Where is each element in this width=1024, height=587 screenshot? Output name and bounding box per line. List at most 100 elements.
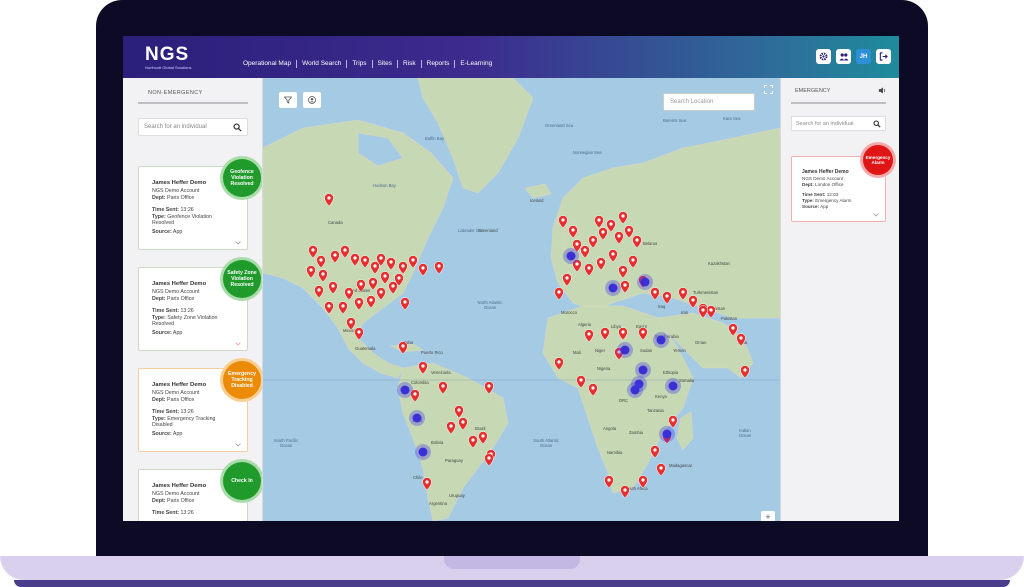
alert-marker-pin[interactable] <box>368 277 378 291</box>
cluster-marker[interactable] <box>637 274 653 290</box>
alert-marker-pin[interactable] <box>418 361 428 375</box>
alert-marker-pin[interactable] <box>554 357 564 371</box>
alert-marker-pin[interactable] <box>650 287 660 301</box>
alert-marker-pin[interactable] <box>380 271 390 285</box>
alert-marker-pin[interactable] <box>608 249 618 263</box>
alert-marker-pin[interactable] <box>614 231 624 245</box>
alert-marker-pin[interactable] <box>408 255 418 269</box>
alert-marker-pin[interactable] <box>740 365 750 379</box>
alert-marker-pin[interactable] <box>624 225 634 239</box>
alert-marker-pin[interactable] <box>568 225 578 239</box>
alert-marker-pin[interactable] <box>678 287 688 301</box>
alert-marker-pin[interactable] <box>386 257 396 271</box>
cluster-marker[interactable] <box>653 332 669 348</box>
nav-world-search[interactable]: World Search <box>297 60 348 68</box>
alert-marker-pin[interactable] <box>596 257 606 271</box>
alert-marker-pin[interactable] <box>706 305 716 319</box>
alert-marker-pin[interactable] <box>580 245 590 259</box>
alert-marker-pin[interactable] <box>606 219 616 233</box>
alert-marker-pin[interactable] <box>468 435 478 449</box>
alert-marker-pin[interactable] <box>562 273 572 287</box>
alert-marker-pin[interactable] <box>728 323 738 337</box>
chevron-down-icon[interactable] <box>235 443 241 447</box>
search-icon[interactable] <box>873 120 881 128</box>
alert-marker-pin[interactable] <box>588 383 598 397</box>
alert-marker-pin[interactable] <box>458 417 468 431</box>
alert-card[interactable]: Geofence Violation Resolved James Heffer… <box>138 159 261 250</box>
cluster-marker[interactable] <box>409 410 425 426</box>
nav-operational-map[interactable]: Operational Map <box>238 60 298 68</box>
cluster-marker[interactable] <box>659 426 675 442</box>
alert-card[interactable]: Emergency Tracking Disabled James Heffer… <box>138 361 261 452</box>
cluster-marker[interactable] <box>415 444 431 460</box>
alert-marker-pin[interactable] <box>600 327 610 341</box>
alert-marker-pin[interactable] <box>398 261 408 275</box>
alert-marker-pin[interactable] <box>434 261 444 275</box>
chevron-down-icon[interactable] <box>235 342 241 346</box>
alert-marker-pin[interactable] <box>484 453 494 467</box>
alert-marker-pin[interactable] <box>318 269 328 283</box>
alert-marker-pin[interactable] <box>346 317 356 331</box>
alert-marker-pin[interactable] <box>598 227 608 241</box>
alert-marker-pin[interactable] <box>618 327 628 341</box>
alert-marker-pin[interactable] <box>418 263 428 277</box>
ngs-logo[interactable]: NGS <box>145 44 189 66</box>
alert-marker-pin[interactable] <box>478 431 488 445</box>
alert-marker-pin[interactable] <box>668 415 678 429</box>
alert-marker-pin[interactable] <box>554 287 564 301</box>
cluster-marker[interactable] <box>665 378 681 394</box>
alert-marker-pin[interactable] <box>736 333 746 347</box>
alert-marker-pin[interactable] <box>338 301 348 315</box>
operational-map[interactable]: Search Location Canada United States Mex… <box>263 78 780 521</box>
alert-marker-pin[interactable] <box>662 291 672 305</box>
emergency-alert-card[interactable]: Emergency Alarm James Heffer Demo NGS De… <box>791 145 893 222</box>
alert-marker-pin[interactable] <box>324 193 334 207</box>
individual-search-input[interactable]: Search for an individual <box>791 116 886 131</box>
cluster-marker[interactable] <box>563 248 579 264</box>
alert-marker-pin[interactable] <box>344 287 354 301</box>
alert-marker-pin[interactable] <box>558 215 568 229</box>
zoom-in-button[interactable]: + <box>761 511 775 521</box>
speaker-icon[interactable] <box>878 86 887 95</box>
cluster-marker[interactable] <box>397 382 413 398</box>
individual-search-input[interactable]: Search for an individual <box>138 118 248 136</box>
alert-marker-pin[interactable] <box>620 280 630 294</box>
alert-card[interactable]: Check In James Heffer Demo NGS Demo Acco… <box>138 462 261 521</box>
alert-marker-pin[interactable] <box>698 305 708 319</box>
alert-marker-pin[interactable] <box>588 235 598 249</box>
alert-marker-pin[interactable] <box>446 421 456 435</box>
alert-marker-pin[interactable] <box>484 381 494 395</box>
alert-marker-pin[interactable] <box>328 281 338 295</box>
cluster-marker[interactable] <box>627 382 643 398</box>
nav-trips[interactable]: Trips <box>347 60 373 68</box>
alert-marker-pin[interactable] <box>638 475 648 489</box>
nav-reports[interactable]: Reports <box>422 60 456 68</box>
alert-marker-pin[interactable] <box>688 295 698 309</box>
settings-button[interactable] <box>816 49 831 64</box>
user-avatar-button[interactable]: JH <box>856 49 871 64</box>
users-button[interactable] <box>836 49 851 64</box>
nav-risk[interactable]: Risk <box>398 60 422 68</box>
alert-marker-pin[interactable] <box>398 341 408 355</box>
alert-marker-pin[interactable] <box>330 250 340 264</box>
alert-marker-pin[interactable] <box>360 255 370 269</box>
alert-marker-pin[interactable] <box>620 485 630 499</box>
chevron-down-icon[interactable] <box>873 213 879 217</box>
alert-marker-pin[interactable] <box>604 475 614 489</box>
nav-e-learning[interactable]: E-Learning <box>455 60 497 68</box>
chevron-down-icon[interactable] <box>235 241 241 245</box>
alert-marker-pin[interactable] <box>628 255 638 269</box>
alert-marker-pin[interactable] <box>366 295 376 309</box>
alert-card[interactable]: Safety Zone Violation Resolved James Hef… <box>138 260 261 351</box>
alert-marker-pin[interactable] <box>356 279 366 293</box>
alert-marker-pin[interactable] <box>350 253 360 267</box>
alert-marker-pin[interactable] <box>388 281 398 295</box>
cluster-marker[interactable] <box>635 362 651 378</box>
alert-marker-pin[interactable] <box>584 263 594 277</box>
alert-marker-pin[interactable] <box>422 477 432 491</box>
alert-marker-pin[interactable] <box>656 463 666 477</box>
logout-button[interactable] <box>876 49 891 64</box>
alert-marker-pin[interactable] <box>438 381 448 395</box>
alert-marker-pin[interactable] <box>308 245 318 259</box>
cluster-marker[interactable] <box>617 342 633 358</box>
